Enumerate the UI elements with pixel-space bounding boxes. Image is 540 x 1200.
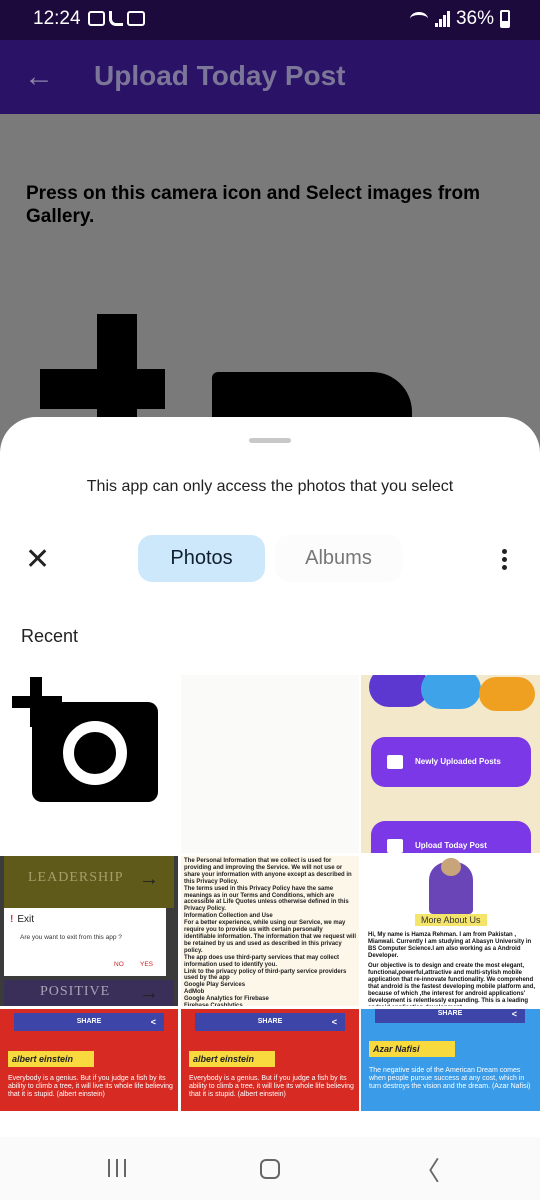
upload-icon [387, 839, 403, 853]
share-icon: < [511, 1009, 517, 1019]
dialog-title: ! Exit [10, 914, 34, 925]
page-title: Upload Today Post [94, 60, 346, 91]
home-icon[interactable] [260, 1159, 280, 1179]
photo-picker-sheet: This app can only access the photos that… [0, 417, 540, 1200]
profile-photo [429, 858, 473, 914]
back-arrow-icon[interactable]: ← [24, 60, 54, 94]
section-title-recent: Recent [21, 626, 79, 646]
more-about-us-label: More About Us [415, 914, 487, 926]
status-right: 36% [409, 8, 510, 30]
whatsapp-icon [369, 675, 429, 707]
pill-label: Upload Today Post [415, 841, 487, 850]
battery-percent: 36% [455, 8, 494, 29]
photo-thumbnail-blank[interactable] [181, 675, 359, 853]
recent-apps-icon[interactable] [108, 1159, 126, 1177]
positive-banner: POSITIVE → [4, 980, 174, 1006]
privacy-policy-text: The Personal Information that we collect… [184, 858, 357, 1006]
plus-icon [12, 677, 62, 727]
image-icon [387, 755, 403, 769]
arrow-right-icon: → [139, 868, 160, 890]
about-text: Hi, My name is Hamza Rehman. I am from P… [368, 932, 538, 1006]
tiktok-notification-icon [109, 11, 123, 26]
gmail-notification-icon [127, 11, 145, 26]
leadership-banner: LEADERSHIP → [4, 856, 174, 908]
photo-thumbnail-privacy-policy[interactable]: The Personal Information that we collect… [181, 856, 359, 1006]
author-name: albert einstein [8, 1051, 94, 1067]
more-options-icon[interactable] [502, 549, 508, 573]
share-button-image: SHARE < [195, 1013, 345, 1031]
star-icon [479, 677, 535, 711]
upload-today-post-image: Upload Today Post [371, 821, 531, 853]
battery-icon [500, 10, 510, 28]
newly-uploaded-posts-image: Newly Uploaded Posts [371, 737, 531, 787]
photo-thumbnail-app-menu[interactable]: Newly Uploaded Posts Upload Today Post [361, 675, 540, 853]
wifi-icon [409, 12, 428, 26]
quote-text: The negative side of the American Dream … [369, 1067, 531, 1090]
gallery-notification-icon [88, 11, 105, 26]
warning-icon: ! [10, 914, 14, 925]
share-icon: < [150, 1017, 156, 1027]
dialog-no: NO [114, 961, 124, 968]
dialog-title-text: Exit [17, 914, 35, 925]
close-icon[interactable]: ✕ [25, 545, 50, 575]
system-nav-bar: 〈 [0, 1137, 540, 1200]
bio-paragraph-2: Our objective is to design and create th… [368, 963, 536, 1006]
status-time: 12:24 [33, 8, 81, 29]
banner-label: POSITIVE [40, 984, 111, 999]
app-bar: ← Upload Today Post [0, 40, 540, 114]
tab-photos[interactable]: Photos [138, 535, 265, 582]
author-name: Azar Nafisi [369, 1041, 455, 1057]
drag-handle[interactable] [249, 438, 291, 443]
bio-paragraph-1: Hi, My name is Hamza Rehman. I am from P… [368, 932, 532, 959]
author-name: albert einstein [189, 1051, 275, 1067]
share-button-image: SHARE < [375, 1009, 525, 1023]
share-button-image: SHARE < [14, 1013, 164, 1031]
arrow-right-icon: → [139, 982, 160, 1004]
photo-thumbnail-camera[interactable] [0, 675, 178, 853]
banner-label: LEADERSHIP [28, 870, 124, 885]
pill-label: Newly Uploaded Posts [415, 757, 501, 766]
app-icon [421, 675, 481, 709]
share-icon: < [331, 1017, 337, 1027]
photo-thumbnail-quote-einstein-2[interactable]: SHARE < albert einstein Everybody is a ge… [181, 1009, 359, 1111]
picker-tabs: Photos Albums [138, 535, 402, 582]
camera-lens [63, 721, 127, 785]
tab-albums[interactable]: Albums [275, 535, 402, 582]
dialog-message: Are you want to exit from this app ? [20, 934, 122, 941]
quote-text: Everybody is a genius. But if you judge … [189, 1075, 354, 1098]
share-label: SHARE [257, 1018, 283, 1025]
share-label: SHARE [76, 1018, 102, 1025]
status-bar: 12:24 36% [0, 0, 540, 40]
exit-dialog-image: ! Exit Are you want to exit from this app… [4, 908, 166, 976]
photo-thumbnail-about-us[interactable]: More About Us Hi, My name is Hamza Rehma… [361, 856, 540, 1006]
photo-thumbnail-quote-einstein-1[interactable]: SHARE < albert einstein Everybody is a ge… [0, 1009, 178, 1111]
access-notice: This app can only access the photos that… [86, 478, 454, 495]
notification-icons [88, 11, 145, 26]
share-label: SHARE [437, 1010, 463, 1017]
instruction-text: Press on this camera icon and Select ima… [26, 183, 481, 227]
photo-thumbnail-exit-dialog[interactable]: LEADERSHIP → ! Exit Are you want to exit f… [0, 856, 178, 1006]
signal-icon [434, 11, 450, 27]
photo-thumbnail-quote-nafisi[interactable]: SHARE < Azar Nafisi The negative side of … [361, 1009, 540, 1111]
page-content: Press on this camera icon and Select ima… [0, 114, 540, 472]
dialog-yes: YES [140, 961, 154, 968]
back-icon[interactable]: 〈 [414, 1151, 440, 1188]
quote-text: Everybody is a genius. But if you judge … [8, 1075, 173, 1098]
